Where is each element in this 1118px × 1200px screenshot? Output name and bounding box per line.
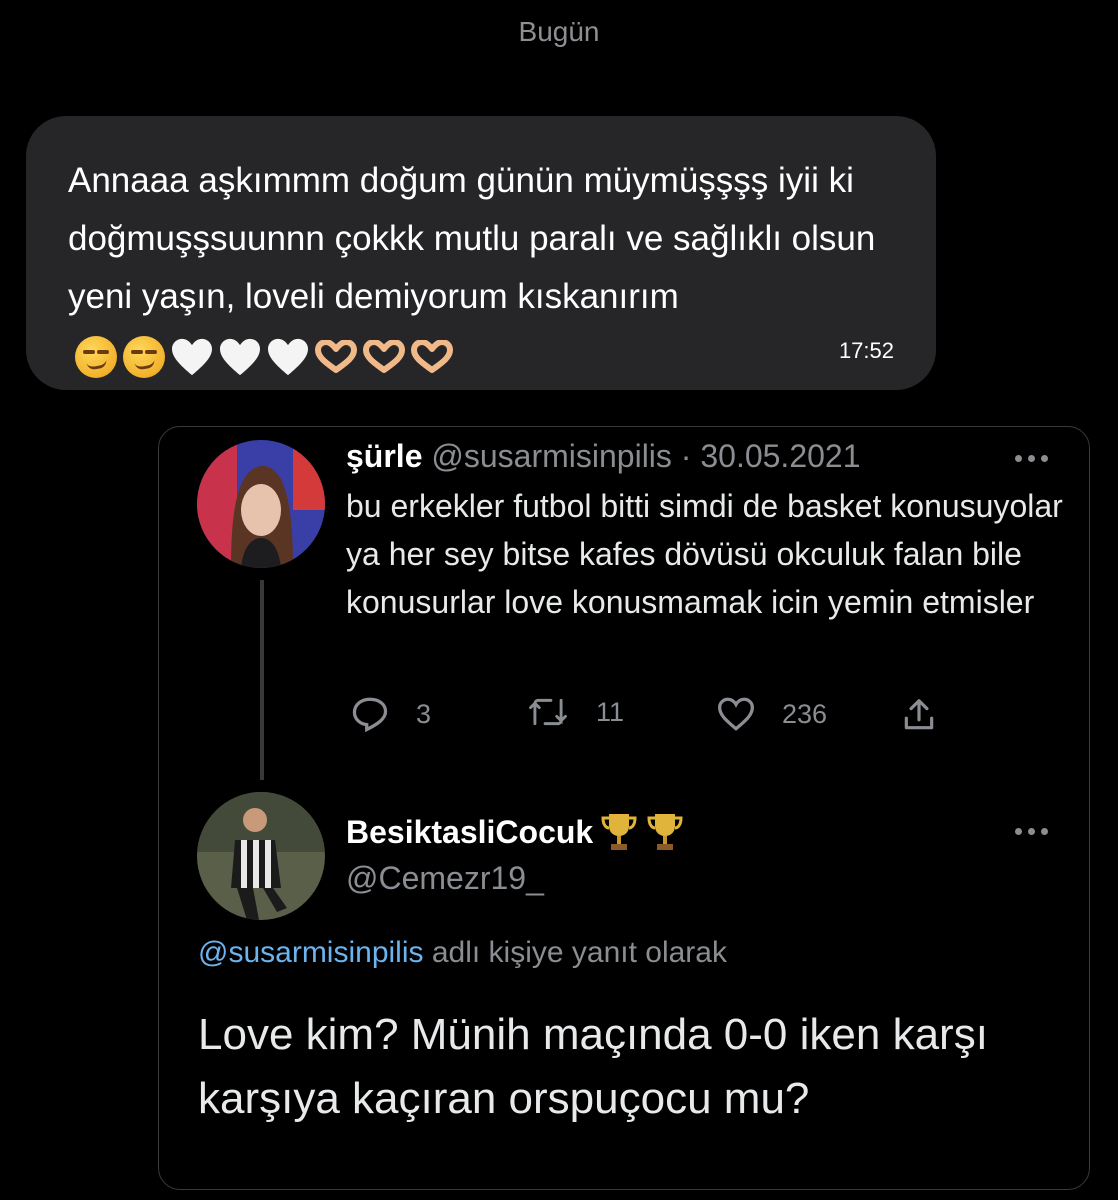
trophy-icon xyxy=(647,814,683,850)
retweet-button[interactable]: 11 xyxy=(526,696,624,728)
more-options-icon[interactable] xyxy=(1015,828,1048,835)
smirk-icon xyxy=(74,335,118,379)
heart-icon xyxy=(717,697,755,731)
incoming-message-bubble[interactable]: Annaaa aşkımmm doğum günün müymüşşşş iyi… xyxy=(26,116,936,390)
retweet-icon xyxy=(529,698,567,726)
white-heart-icon xyxy=(218,335,262,379)
tweet-header: şürle @susarmisinpilis · 30.05.2021 xyxy=(346,438,861,475)
share-button[interactable] xyxy=(900,696,938,734)
heart-hands-icon xyxy=(362,335,406,379)
white-heart-icon xyxy=(266,335,310,379)
separator: · xyxy=(680,438,692,474)
avatar[interactable] xyxy=(197,792,325,920)
message-content: Annaaa aşkımmm doğum günün müymüşşşş iyi… xyxy=(68,152,928,384)
smirk-icon xyxy=(122,335,166,379)
handle[interactable]: @Cemezr19_ xyxy=(346,860,544,897)
avatar-photo-football-player xyxy=(197,792,325,920)
display-name[interactable]: BesiktasliCocuk xyxy=(346,814,593,851)
reply-mention-link[interactable]: @susarmisinpilis xyxy=(198,936,424,969)
heart-hands-icon xyxy=(410,335,454,379)
message-emojis xyxy=(74,335,454,379)
tweet-date[interactable]: 30.05.2021 xyxy=(700,438,860,474)
message-text: Annaaa aşkımmm doğum günün müymüşşşş iyi… xyxy=(68,161,876,316)
tweet-text: Love kim? Münih maçında 0-0 iken karşı k… xyxy=(198,1010,988,1123)
message-timestamp: 17:52 xyxy=(838,338,894,363)
trophy-icon xyxy=(601,814,637,850)
reply-icon xyxy=(352,697,388,732)
reply-context: @susarmisinpilis adlı kişiye yanıt olara… xyxy=(198,936,727,970)
more-options-icon[interactable] xyxy=(1015,455,1048,462)
reply-context-text: adlı kişiye yanıt olarak xyxy=(431,936,727,969)
heart-hands-icon xyxy=(314,335,358,379)
reply-button[interactable]: 3 xyxy=(350,696,431,732)
tweet-header: BesiktasliCocuk xyxy=(346,810,685,854)
retweet-count: 11 xyxy=(596,696,625,727)
tweet-text: bu erkekler futbol bitti simdi de basket… xyxy=(346,488,1063,620)
reply-count: 3 xyxy=(416,698,432,729)
avatar-photo-woman xyxy=(197,440,325,568)
avatar[interactable] xyxy=(197,440,325,568)
share-icon xyxy=(904,699,934,730)
like-button[interactable]: 236 xyxy=(716,696,827,732)
day-separator-label: Bugün xyxy=(518,16,600,47)
white-heart-icon xyxy=(170,335,214,379)
handle[interactable]: @susarmisinpilis xyxy=(431,438,672,474)
display-name[interactable]: şürle xyxy=(346,438,422,474)
thread-connector-line xyxy=(260,580,264,780)
like-count: 236 xyxy=(782,698,828,729)
